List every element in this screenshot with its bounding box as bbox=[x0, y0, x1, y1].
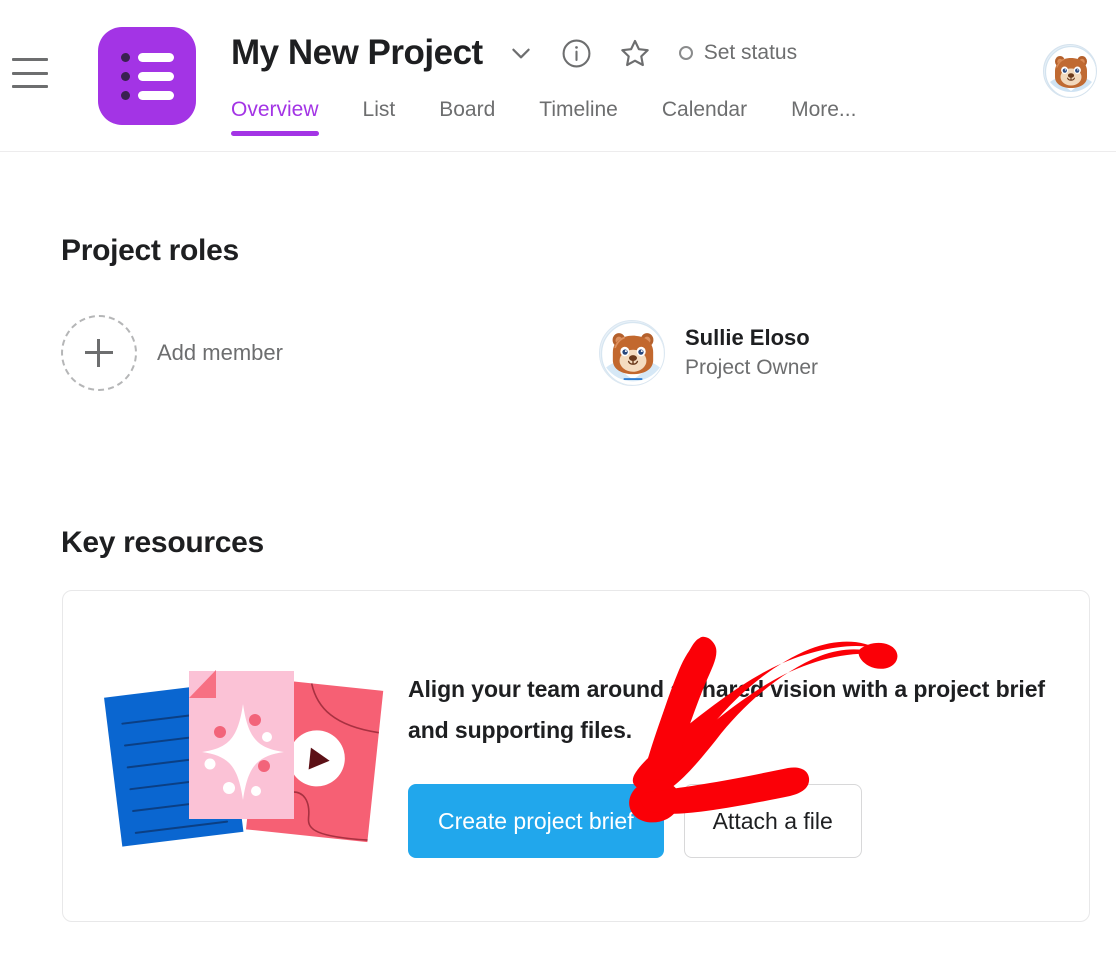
list-icon-rows bbox=[120, 52, 174, 100]
key-resources-text-column: Align your team around a shared vision w… bbox=[408, 669, 1068, 858]
avatar[interactable] bbox=[1043, 44, 1097, 98]
member-role: Project Owner bbox=[685, 356, 819, 379]
list-project-icon[interactable] bbox=[98, 27, 196, 125]
hamburger-line bbox=[12, 71, 48, 75]
list-bullet-dot bbox=[120, 52, 130, 62]
chevron-down-icon[interactable] bbox=[499, 33, 543, 73]
hamburger-line bbox=[12, 85, 48, 88]
list-icon-row bbox=[120, 90, 174, 100]
list-icon-row bbox=[120, 52, 174, 62]
list-bullet-dot bbox=[120, 90, 130, 100]
add-member-button[interactable]: Add member bbox=[61, 315, 599, 391]
documents-stack-illustration bbox=[98, 646, 398, 866]
list-bullet-bar bbox=[137, 90, 174, 100]
key-resources-description: Align your team around a shared vision w… bbox=[408, 676, 1045, 743]
tab-more[interactable]: More... bbox=[791, 98, 856, 132]
avatar bbox=[599, 320, 665, 386]
hamburger-menu-icon[interactable] bbox=[12, 56, 48, 90]
plus-icon bbox=[61, 315, 137, 391]
set-status-button[interactable]: Set status bbox=[678, 41, 798, 65]
list-bullet-dot bbox=[120, 71, 130, 81]
tab-calendar[interactable]: Calendar bbox=[662, 98, 747, 132]
project-roles-heading: Project roles bbox=[61, 234, 239, 267]
key-resources-actions: Create project brief Attach a file bbox=[408, 784, 1068, 858]
tab-board[interactable]: Board bbox=[439, 98, 495, 132]
list-icon-row bbox=[120, 71, 174, 81]
project-title-row: My New Project Set status bbox=[231, 30, 797, 76]
star-outline-icon[interactable] bbox=[615, 33, 655, 73]
info-circle-icon[interactable] bbox=[557, 33, 597, 73]
hamburger-line bbox=[12, 58, 48, 61]
create-project-brief-button[interactable]: Create project brief bbox=[408, 784, 664, 858]
bear-astronaut-avatar-svg bbox=[600, 321, 664, 385]
plus-glyph bbox=[85, 339, 113, 367]
view-tabs: Overview List Board Timeline Calendar Mo… bbox=[231, 98, 856, 136]
project-overview-page: My New Project Set status Overview List … bbox=[0, 0, 1116, 956]
list-bullet-bar bbox=[137, 52, 174, 62]
set-status-label: Set status bbox=[703, 41, 798, 64]
member-name: Sullie Eloso bbox=[685, 325, 810, 350]
member-info: Sullie Eloso Project Owner bbox=[685, 323, 818, 383]
tab-list[interactable]: List bbox=[363, 98, 396, 132]
attach-a-file-button[interactable]: Attach a file bbox=[683, 784, 862, 858]
list-item[interactable]: Sullie Eloso Project Owner bbox=[599, 320, 818, 386]
bear-astronaut-avatar-svg bbox=[1044, 45, 1096, 97]
tab-timeline[interactable]: Timeline bbox=[539, 98, 618, 132]
tab-overview[interactable]: Overview bbox=[231, 98, 319, 136]
page-title[interactable]: My New Project bbox=[231, 32, 483, 74]
status-circle-icon bbox=[678, 46, 693, 60]
add-member-label: Add member bbox=[157, 340, 283, 365]
top-bar: My New Project Set status Overview List … bbox=[0, 0, 1116, 152]
key-resources-card: Align your team around a shared vision w… bbox=[62, 590, 1090, 922]
key-resources-heading: Key resources bbox=[61, 526, 264, 559]
list-bullet-bar bbox=[137, 71, 174, 81]
project-roles-row: Add member Sullie Eloso Project Owner bbox=[61, 315, 818, 391]
